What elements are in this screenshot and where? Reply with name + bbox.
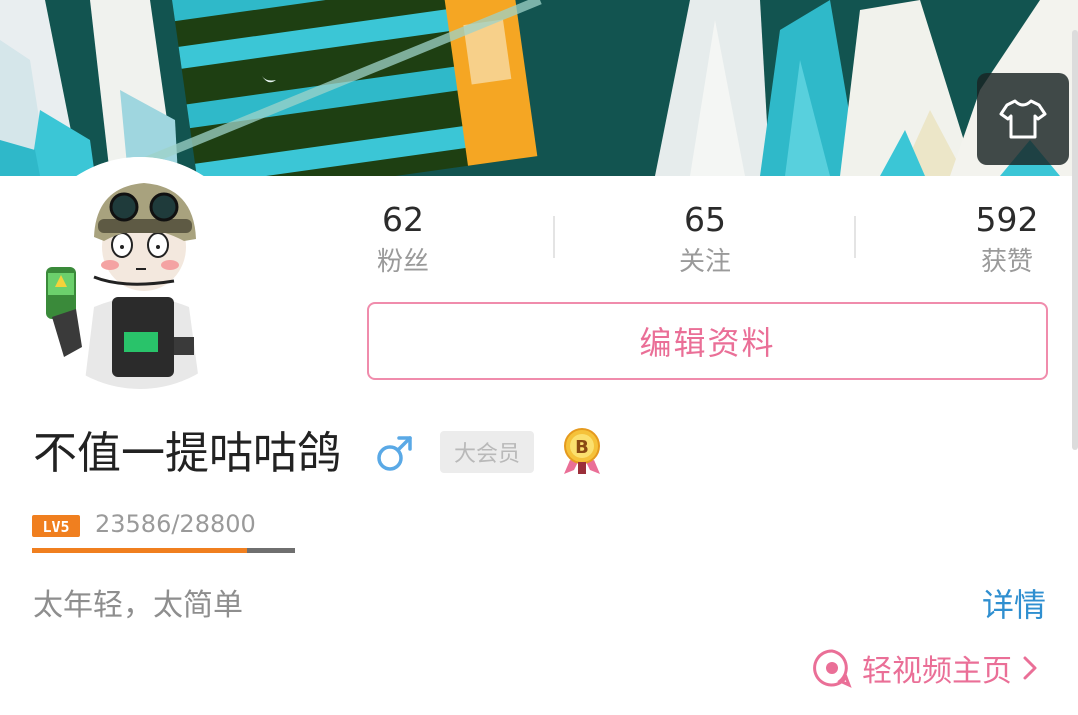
profile-banner (0, 0, 1078, 176)
skin-button[interactable] (977, 73, 1069, 165)
video-home-label: 轻视频主页 (862, 654, 1012, 689)
experience-text: 23586/28800 (95, 510, 256, 538)
following-label: 关注 (678, 247, 731, 277)
experience-bar (32, 548, 295, 553)
chevron-right-icon (1023, 656, 1037, 680)
bilibili-medal-icon[interactable]: B (558, 426, 606, 476)
stat-fans[interactable]: 62 粉丝 (323, 198, 483, 282)
likes-label: 获赞 (980, 247, 1033, 277)
stat-likes[interactable]: 592 获赞 (927, 198, 1078, 282)
experience-bar-fill (32, 548, 248, 553)
svg-text:B: B (575, 437, 589, 458)
edit-profile-button[interactable]: 编辑资料 (367, 302, 1048, 380)
fans-label: 粉丝 (376, 247, 429, 277)
video-home-icon (813, 649, 852, 688)
following-count: 65 (684, 200, 726, 239)
user-profile-page: 62 粉丝 65 关注 592 获赞 编辑资料 不值一提咕咕鸽 大会员 B LV… (0, 0, 1078, 715)
vip-badge[interactable]: 大会员 (440, 431, 534, 473)
signature: 太年轻，太简单 (33, 588, 243, 623)
video-home-link[interactable]: 轻视频主页 (812, 646, 1038, 690)
stat-divider (553, 216, 555, 258)
details-link[interactable]: 详情 (982, 583, 1046, 627)
tshirt-icon (999, 99, 1047, 139)
stat-following[interactable]: 65 关注 (625, 198, 785, 282)
banner-illustration (0, 0, 1078, 176)
avatar-illustration (24, 157, 256, 389)
avatar[interactable] (24, 157, 256, 389)
username: 不值一提咕咕鸽 (33, 428, 341, 479)
level-5-icon: LV5 (32, 515, 80, 537)
level-label: LV5 (42, 518, 69, 536)
male-icon (377, 436, 412, 471)
likes-count: 592 (975, 200, 1039, 239)
fans-count: 62 (382, 200, 424, 239)
stat-divider (854, 216, 856, 258)
